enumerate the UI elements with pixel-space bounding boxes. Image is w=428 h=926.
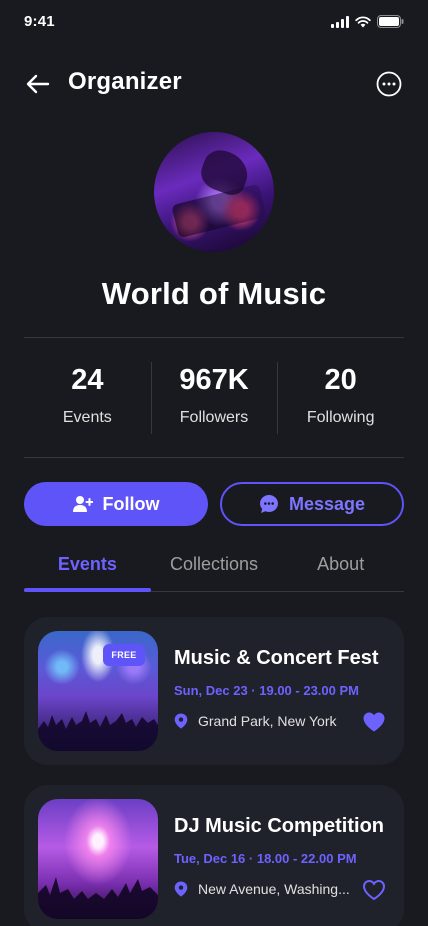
chat-bubble-icon [259,495,278,513]
organizer-name: World of Music [101,276,327,311]
event-image: FREE [38,631,158,751]
stat-value: 24 [71,364,104,396]
stat-events[interactable]: 24 Events [24,350,151,444]
stat-followers[interactable]: 967K Followers [150,350,278,444]
stats-row: 24 Events 967K Followers 20 Following [24,350,404,444]
heart-filled-icon[interactable] [362,711,386,733]
battery-icon [377,15,404,28]
follow-button[interactable]: Follow [24,482,208,526]
event-location: New Avenue, Washing... [174,881,350,897]
location-pin-icon [174,881,188,897]
stat-label: Followers [179,409,249,426]
wifi-icon [355,15,371,27]
event-title: Music & Concert Fest [174,647,379,669]
crowd-silhouette [38,711,158,751]
location-pin-icon [174,713,188,729]
event-title: DJ Music Competition [174,815,385,837]
event-location: Grand Park, New York [174,713,337,729]
follow-button-label: Follow [102,493,160,514]
status-time: 9:41 [24,13,55,30]
page-title: Organizer [68,68,182,95]
status-bar: 9:41 [0,0,428,44]
event-card[interactable]: FREE Music & Concert Fest Sun, Dec 23 · … [24,617,404,765]
profile-tabs: Events Collections About [24,546,404,592]
back-arrow-icon[interactable] [24,72,52,96]
divider-top [24,337,404,338]
event-location-text: Grand Park, New York [198,713,337,729]
message-button-label: Message [288,493,366,514]
divider-bottom [24,457,404,458]
message-button[interactable]: Message [220,482,404,526]
event-image [38,799,158,919]
event-date: Tue, Dec 16 · 18.00 - 22.00 PM [174,851,357,866]
event-location-text: New Avenue, Washing... [198,881,350,897]
header: Organizer [0,64,428,104]
organizer-avatar [154,132,274,252]
event-card[interactable]: DJ Music Competition Tue, Dec 16 · 18.00… [24,785,404,926]
free-badge: FREE [103,644,145,666]
heart-outline-icon[interactable] [362,879,386,901]
stat-value: 967K [179,364,249,396]
status-icons [331,15,404,28]
tab-about[interactable]: About [277,546,404,592]
more-options-icon[interactable] [376,71,402,97]
tab-events[interactable]: Events [24,546,151,592]
stat-following[interactable]: 20 Following [277,350,404,444]
crowd-silhouette [38,877,158,919]
stat-label: Following [306,409,375,426]
event-date: Sun, Dec 23 · 19.00 - 23.00 PM [174,683,359,698]
tab-collections[interactable]: Collections [151,546,278,592]
stat-label: Events [62,409,112,426]
stat-value: 20 [324,364,357,396]
signal-icon [331,15,349,28]
add-user-icon [72,496,93,512]
